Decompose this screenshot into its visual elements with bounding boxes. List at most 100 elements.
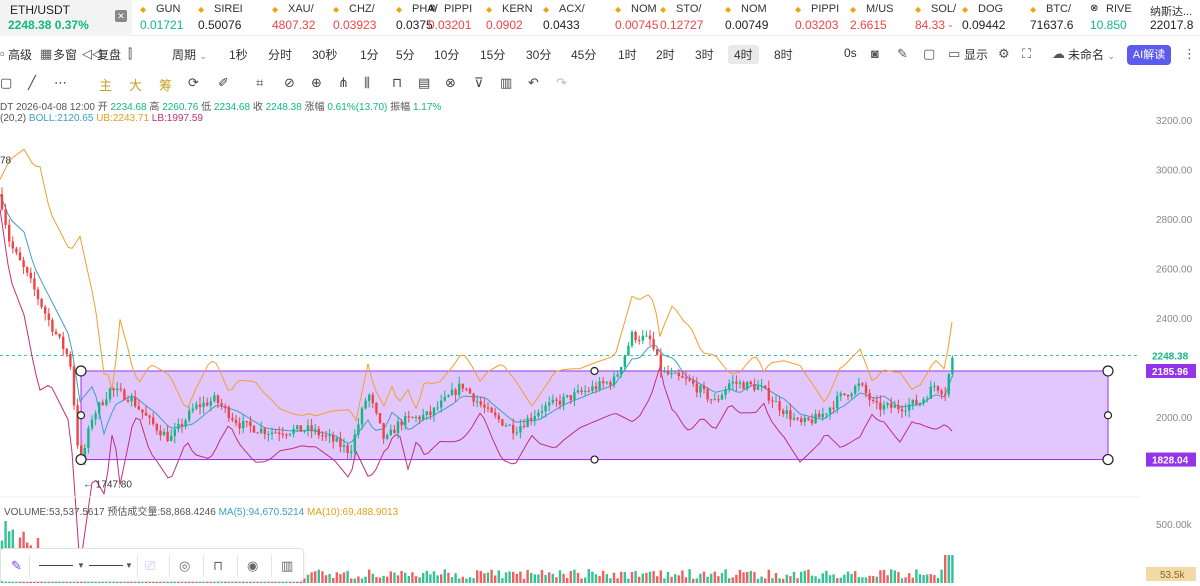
candle-body <box>746 381 749 390</box>
volume-bar <box>706 576 709 583</box>
candle-body <box>15 248 18 253</box>
candle-body <box>468 388 472 394</box>
volume-bar <box>429 574 432 583</box>
price-axis-tick: 2600.00 <box>1156 265 1193 276</box>
candle-body <box>346 445 349 453</box>
volume-bar <box>537 574 540 583</box>
candle-body <box>234 419 238 424</box>
lock-icon[interactable]: ⊓ <box>213 558 223 574</box>
candle-body <box>789 410 792 420</box>
volume-bar <box>339 574 342 583</box>
candle-body <box>274 432 277 434</box>
volume-bar <box>418 577 421 583</box>
eye-icon[interactable]: ◉ <box>247 558 258 574</box>
volume-bar <box>425 570 428 583</box>
volume-bar <box>778 578 781 583</box>
pencil-icon[interactable]: ✎ <box>11 558 22 574</box>
volume-bar <box>458 578 461 583</box>
volume-bar <box>944 555 947 583</box>
candle-body <box>584 390 587 392</box>
volume-bar <box>940 569 943 583</box>
candle-body <box>360 408 364 425</box>
candle-body <box>400 421 403 426</box>
resize-handle[interactable] <box>75 365 87 377</box>
volume-bar <box>857 577 860 583</box>
candle-body <box>76 405 79 446</box>
candle-body <box>252 425 256 433</box>
candle-body <box>929 386 932 399</box>
candle-body <box>645 335 648 337</box>
trash-icon[interactable]: ▥ <box>281 558 293 574</box>
volume-bar <box>674 574 677 583</box>
candle-body <box>724 389 727 395</box>
candle-body <box>184 420 187 427</box>
candle-body <box>440 400 443 408</box>
volume-current-tag: 53.5k <box>1160 570 1185 581</box>
volume-bar <box>569 571 572 583</box>
candle-body <box>749 381 752 385</box>
volume-bar <box>414 576 418 583</box>
candle-body <box>508 424 511 426</box>
volume-bar <box>544 574 547 583</box>
candle-body <box>782 410 785 414</box>
volume-bar <box>792 571 796 583</box>
volume-bar <box>929 574 932 583</box>
candle-body <box>260 428 263 433</box>
volume-bar <box>501 578 504 583</box>
candle-body <box>130 396 133 402</box>
candle-body <box>4 209 7 225</box>
resize-handle[interactable] <box>75 453 87 466</box>
resize-handle[interactable] <box>1102 365 1114 377</box>
volume-bar <box>947 555 950 583</box>
candle-body <box>134 396 137 407</box>
volume-bar <box>908 573 911 583</box>
candle-body <box>458 383 461 395</box>
candle-body <box>807 417 810 420</box>
chevron-down-icon[interactable]: ▼ <box>125 561 133 570</box>
resize-handle[interactable] <box>590 455 599 464</box>
volume-bar <box>645 572 648 583</box>
volume-bar <box>846 571 850 583</box>
candle-body <box>818 413 821 418</box>
line-width[interactable] <box>89 565 123 566</box>
candle-body <box>69 353 72 367</box>
candle-body <box>396 421 400 434</box>
candle-body <box>656 349 659 355</box>
candle-body <box>670 372 673 375</box>
line-style-solid[interactable] <box>39 565 73 566</box>
volume-bar <box>692 578 695 583</box>
candle-body <box>144 412 148 416</box>
candle-body <box>18 252 22 261</box>
volume-bar <box>810 575 814 583</box>
template-icon[interactable]: ⎚ <box>145 558 155 574</box>
price-chart[interactable]: 3200.00 3000.00 2800.00 2600.00 2400.00 2000.… <box>0 0 1200 586</box>
candle-body <box>537 412 540 417</box>
resize-handle[interactable] <box>1103 411 1113 420</box>
volume-bar <box>346 570 349 583</box>
candle-body <box>695 383 698 393</box>
resize-handle[interactable] <box>76 411 86 420</box>
candle-body <box>735 381 738 384</box>
resize-handle[interactable] <box>1102 453 1114 466</box>
candle-body <box>98 402 101 414</box>
candle-body <box>764 385 767 388</box>
volume-bar <box>530 572 533 583</box>
resize-handle[interactable] <box>590 366 599 376</box>
candle-body <box>843 393 846 395</box>
volume-bar <box>422 573 425 583</box>
chevron-down-icon[interactable]: ▼ <box>77 561 85 570</box>
candle-body <box>828 407 832 414</box>
volume-bar <box>749 570 752 583</box>
settings-icon[interactable]: ◎ <box>179 558 190 574</box>
divider <box>169 555 170 577</box>
volume-bar <box>832 574 835 583</box>
candle-body <box>501 419 504 426</box>
volume-bar <box>699 573 702 583</box>
volume-bar <box>522 578 526 583</box>
candle-body <box>519 426 522 433</box>
volume-bar <box>465 578 468 583</box>
volume-bar <box>825 570 828 583</box>
candle-body <box>382 423 385 439</box>
volume-bar <box>774 572 778 583</box>
volume-bar <box>886 575 889 583</box>
